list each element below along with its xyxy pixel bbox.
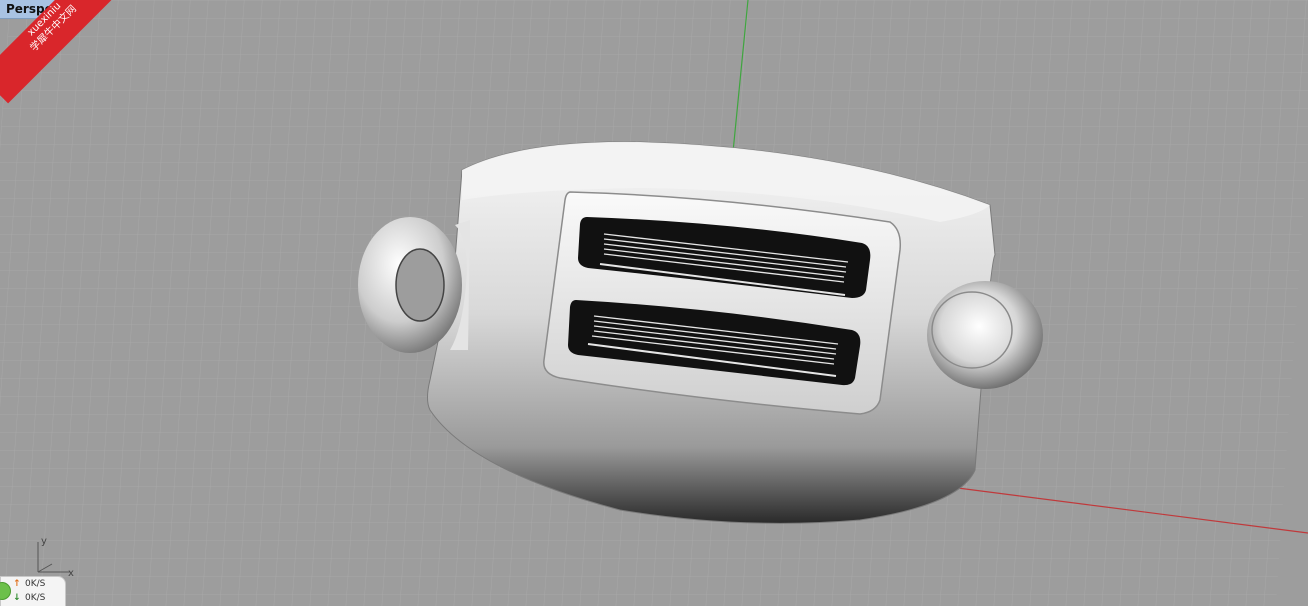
download-speed-value: 0K/S <box>25 593 46 603</box>
network-speed-widget[interactable]: ↑ 0K/S ↓ 0K/S <box>0 576 66 606</box>
network-status-icon <box>0 582 11 600</box>
viewport-canvas[interactable] <box>0 0 1308 606</box>
control-knob <box>927 281 1043 389</box>
axis-gizmo: y x <box>37 536 74 578</box>
upload-arrow-icon: ↑ <box>13 579 21 589</box>
upload-speed: ↑ 0K/S <box>13 579 45 590</box>
axis-x-label: x <box>68 568 74 578</box>
download-arrow-icon: ↓ <box>13 593 21 603</box>
perspective-viewport[interactable]: y x Perspective xuexiniu 学犀牛中文网 ↑0K/S ↓0… <box>0 0 1308 606</box>
upload-speed-value: 0K/S <box>25 579 46 589</box>
axis-y-label: y <box>41 536 47 547</box>
download-speed: ↓ 0K/S <box>13 593 45 604</box>
